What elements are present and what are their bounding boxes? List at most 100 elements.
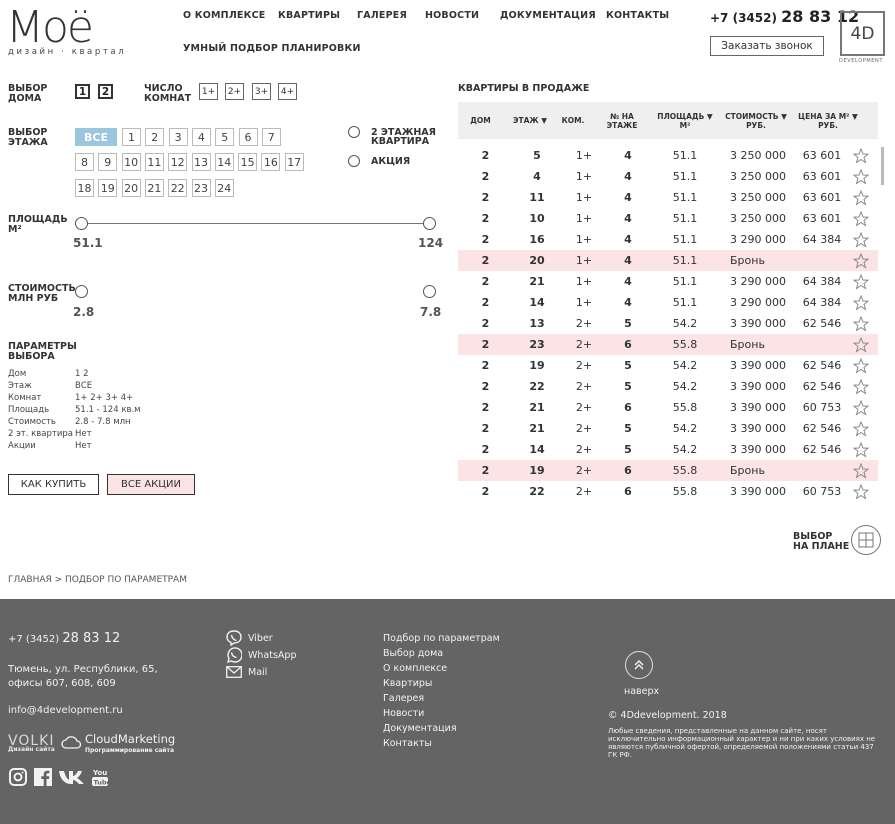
table-row[interactable]: 2 21 1+ 4 51.1 3 290 000 64 384: [458, 271, 878, 292]
table-row[interactable]: 2 21 2+ 6 55.8 3 390 000 60 753: [458, 397, 878, 418]
rooms-option-2[interactable]: 2+: [225, 83, 244, 100]
nav-smart-search[interactable]: УМНЫЙ ПОДБОР ПЛАНИРОВКИ: [183, 43, 361, 54]
back-to-top-label[interactable]: наверх: [624, 686, 659, 697]
th-house[interactable]: ДОМ: [458, 102, 503, 139]
table-row[interactable]: 2 16 1+ 4 51.1 3 290 000 64 384: [458, 229, 878, 250]
two-floor-radio[interactable]: [348, 126, 360, 138]
table-row[interactable]: 2 5 1+ 4 51.1 3 250 000 63 601: [458, 145, 878, 166]
footer-link[interactable]: Контакты: [383, 736, 500, 751]
th-price-per-m2[interactable]: ЦЕНА ЗА М² ▼ РУБ.: [796, 102, 860, 139]
floor-option[interactable]: 13: [191, 153, 211, 171]
favorite-star-icon[interactable]: [853, 211, 869, 227]
rooms-option-3[interactable]: 3+: [252, 83, 271, 100]
header-phone[interactable]: +7 (3452) 28 83 12: [710, 7, 859, 26]
action-radio[interactable]: [348, 155, 360, 167]
floor-option[interactable]: 15: [238, 153, 258, 171]
favorite-star-icon[interactable]: [853, 400, 869, 416]
viber-link[interactable]: Viber: [226, 630, 273, 646]
how-to-buy-button[interactable]: КАК КУПИТЬ: [8, 474, 99, 495]
house-option-1[interactable]: 1: [75, 84, 90, 99]
floor-option[interactable]: 12: [168, 153, 188, 171]
table-row[interactable]: 2 10 1+ 4 51.1 3 250 000 63 601: [458, 208, 878, 229]
floor-option[interactable]: 20: [121, 179, 141, 197]
nav-about[interactable]: О КОМПЛЕКСЕ: [183, 10, 265, 21]
nav-news[interactable]: НОВОСТИ: [425, 10, 479, 21]
table-row[interactable]: 2 19 2+ 5 54.2 3 390 000 62 546: [458, 355, 878, 376]
footer-link[interactable]: Подбор по параметрам: [383, 631, 500, 646]
floor-option[interactable]: 4: [191, 128, 211, 146]
cloudmarketing-logo[interactable]: CloudMarketing: [85, 732, 175, 746]
footer-link[interactable]: Выбор дома: [383, 646, 500, 661]
callback-button[interactable]: Заказать звонок: [710, 36, 824, 56]
floor-option[interactable]: 8: [75, 153, 94, 171]
table-row[interactable]: 2 13 2+ 5 54.2 3 390 000 62 546: [458, 313, 878, 334]
plan-select-label[interactable]: ВЫБОР НА ПЛАНЕ: [793, 532, 849, 552]
favorite-star-icon[interactable]: [853, 190, 869, 206]
floor-option[interactable]: 10: [121, 153, 141, 171]
floor-option[interactable]: 19: [98, 179, 118, 197]
table-scrollbar[interactable]: [881, 147, 884, 185]
favorite-star-icon[interactable]: [853, 379, 869, 395]
favorite-star-icon[interactable]: [853, 442, 869, 458]
favorite-star-icon[interactable]: [853, 274, 869, 290]
favorite-star-icon[interactable]: [853, 463, 869, 479]
developer-logo[interactable]: 4D: [840, 11, 885, 56]
favorite-star-icon[interactable]: [853, 253, 869, 269]
plan-grid-icon[interactable]: [851, 525, 881, 555]
floor-option[interactable]: 1: [122, 128, 141, 146]
area-slider-track[interactable]: [82, 223, 430, 224]
footer-link[interactable]: Квартиры: [383, 676, 500, 691]
nav-documents[interactable]: ДОКУМЕНТАЦИЯ: [500, 10, 596, 21]
area-slider-min-handle[interactable]: [75, 217, 88, 230]
vk-icon[interactable]: [58, 767, 86, 787]
floor-option[interactable]: 7: [261, 128, 281, 146]
instagram-icon[interactable]: [8, 767, 28, 787]
floor-option[interactable]: 16: [261, 153, 281, 171]
floor-option[interactable]: 14: [214, 153, 234, 171]
youtube-icon[interactable]: You Tube: [91, 767, 109, 787]
floor-option[interactable]: 11: [144, 153, 164, 171]
footer-phone[interactable]: +7 (3452) 28 83 12: [8, 631, 120, 646]
table-row[interactable]: 2 4 1+ 4 51.1 3 250 000 63 601: [458, 166, 878, 187]
table-row[interactable]: 2 20 1+ 4 51.1 Бронь: [458, 250, 878, 271]
table-row[interactable]: 2 22 2+ 5 54.2 3 390 000 62 546: [458, 376, 878, 397]
favorite-star-icon[interactable]: [853, 421, 869, 437]
favorite-star-icon[interactable]: [853, 358, 869, 374]
favorite-star-icon[interactable]: [853, 169, 869, 185]
rooms-option-4[interactable]: 4+: [278, 83, 297, 100]
floor-all[interactable]: ВСЕ: [75, 128, 117, 146]
back-to-top-icon[interactable]: [625, 651, 653, 679]
floor-option[interactable]: 24: [214, 179, 234, 197]
table-row[interactable]: 2 11 1+ 4 51.1 3 250 000 63 601: [458, 187, 878, 208]
th-price[interactable]: СТОИМОСТЬ ▼ РУБ.: [722, 102, 790, 139]
facebook-icon[interactable]: [33, 767, 53, 787]
price-slider-max-handle[interactable]: [423, 285, 436, 298]
house-option-2[interactable]: 2: [98, 84, 113, 99]
table-row[interactable]: 2 21 2+ 5 54.2 3 390 000 62 546: [458, 418, 878, 439]
table-row[interactable]: 2 23 2+ 6 55.8 Бронь: [458, 334, 878, 355]
th-num[interactable]: № НА ЭТАЖЕ: [603, 102, 641, 139]
floor-option[interactable]: 22: [168, 179, 188, 197]
nav-apartments[interactable]: КВАРТИРЫ: [278, 10, 340, 21]
table-row[interactable]: 2 22 2+ 6 55.8 3 390 000 60 753: [458, 481, 878, 501]
footer-link[interactable]: Галерея: [383, 691, 500, 706]
logo[interactable]: Моё: [6, 6, 94, 50]
rooms-option-1[interactable]: 1+: [199, 83, 218, 100]
mail-link[interactable]: Mail: [226, 664, 267, 680]
nav-contacts[interactable]: КОНТАКТЫ: [606, 10, 669, 21]
footer-email[interactable]: info@4development.ru: [8, 705, 123, 716]
area-slider-max-handle[interactable]: [423, 217, 436, 230]
th-rooms[interactable]: КОМ.: [558, 102, 588, 139]
table-row[interactable]: 2 14 1+ 4 51.1 3 290 000 64 384: [458, 292, 878, 313]
footer-link[interactable]: Документация: [383, 721, 500, 736]
nav-gallery[interactable]: ГАЛЕРЕЯ: [357, 10, 407, 21]
floor-option[interactable]: 2: [145, 128, 165, 146]
table-row[interactable]: 2 19 2+ 6 55.8 Бронь: [458, 460, 878, 481]
footer-link[interactable]: О комплексе: [383, 661, 500, 676]
favorite-star-icon[interactable]: [853, 337, 869, 353]
favorite-star-icon[interactable]: [853, 484, 869, 500]
favorite-star-icon[interactable]: [853, 316, 869, 332]
floor-option[interactable]: 21: [144, 179, 164, 197]
th-area[interactable]: ПЛОЩАДЬ ▼ М²: [656, 102, 714, 139]
all-actions-button[interactable]: ВСЕ АКЦИИ: [107, 474, 195, 495]
